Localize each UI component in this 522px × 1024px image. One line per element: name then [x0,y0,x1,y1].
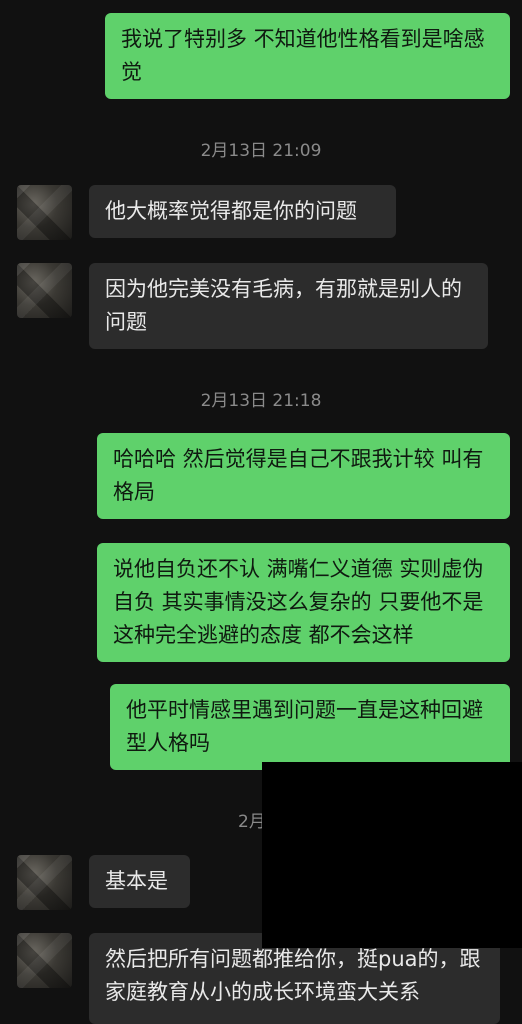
sent-message[interactable]: 说他自负还不认 满嘴仁义道德 实则虚伪自负 其实事情没这么复杂的 只要他不是这种… [97,543,510,662]
sent-message[interactable]: 哈哈哈 然后觉得是自己不跟我计较 叫有格局 [97,433,510,519]
timestamp: 2月13日 21:18 [200,391,322,411]
timestamp: 2月13日 21:09 [200,141,322,161]
redaction-block [262,762,522,948]
contact-avatar[interactable] [17,933,72,988]
received-message[interactable]: 他大概率觉得都是你的问题 [89,185,396,238]
received-message[interactable]: 基本是 [89,855,190,908]
contact-avatar[interactable] [17,855,72,910]
contact-avatar[interactable] [17,263,72,318]
chat-area: 我说了特别多 不知道他性格看到是啥感觉 2月13日 21:09 他大概率觉得都是… [0,0,522,1024]
received-message[interactable]: 因为他完美没有毛病，有那就是别人的问题 [89,263,488,349]
avatar-texture [17,855,72,910]
avatar-texture [17,185,72,240]
sent-message[interactable]: 我说了特别多 不知道他性格看到是啥感觉 [105,13,510,99]
avatar-texture [17,933,72,988]
sent-message[interactable]: 他平时情感里遇到问题一直是这种回避型人格吗 [110,684,510,770]
avatar-texture [17,263,72,318]
contact-avatar[interactable] [17,185,72,240]
